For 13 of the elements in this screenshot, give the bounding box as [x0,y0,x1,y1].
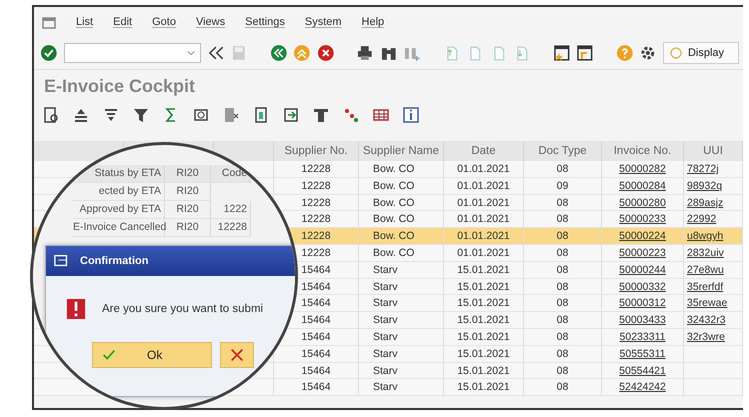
page-title: E-Invoice Cockpit [43,75,196,98]
table-cell: 08 [524,379,602,396]
table-cell: E-Invoice Cancelled [73,219,165,237]
table-cell: Approved by ETA [73,201,165,219]
dialog-message: Are you sure you want to submi [102,303,264,315]
table-cell: 12228 [211,219,251,237]
table-cell: RI20 [165,201,211,219]
table-cell: ected by ETA [73,183,165,201]
table-cell: RI20 [165,219,211,237]
table-cell: Starv [359,379,444,396]
table-cell: RI20 [165,183,211,201]
table-cell: 15.01.2021 [444,379,524,396]
table-cell: 1222 [211,201,251,219]
